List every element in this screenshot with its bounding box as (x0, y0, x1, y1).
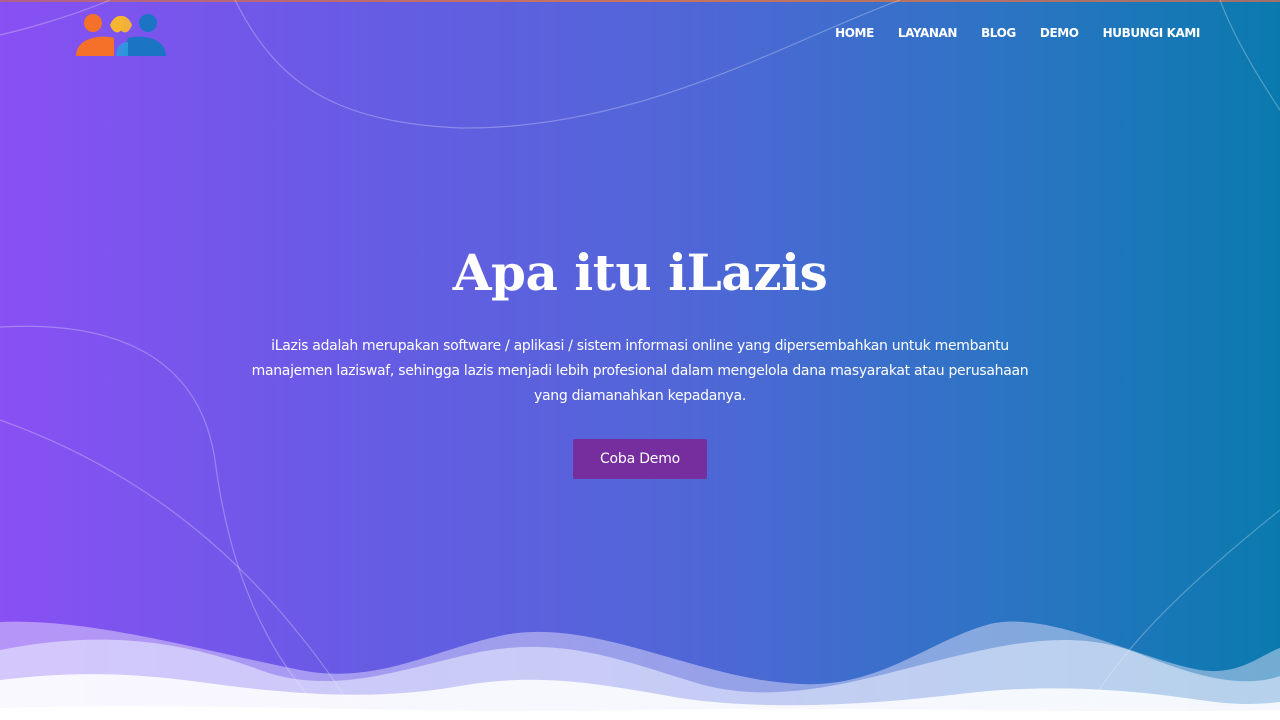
main-nav: HOME LAYANAN BLOG DEMO HUBUNGI KAMI (835, 25, 1200, 41)
coba-demo-button[interactable]: Coba Demo (573, 439, 707, 479)
nav-blog[interactable]: BLOG (981, 25, 1016, 41)
nav-home[interactable]: HOME (835, 25, 874, 41)
bottom-waves (0, 621, 1280, 720)
people-logo-icon[interactable] (74, 12, 168, 58)
hero-title: Apa itu iLazis (452, 243, 828, 302)
hero-section: HOME LAYANAN BLOG DEMO HUBUNGI KAMI Apa … (0, 0, 1280, 720)
nav-demo[interactable]: DEMO (1040, 25, 1079, 41)
hero-description: iLazis adalah merupakan software / aplik… (251, 338, 1029, 404)
nav-layanan[interactable]: LAYANAN (898, 25, 958, 41)
nav-hubungi-kami[interactable]: HUBUNGI KAMI (1103, 25, 1201, 41)
